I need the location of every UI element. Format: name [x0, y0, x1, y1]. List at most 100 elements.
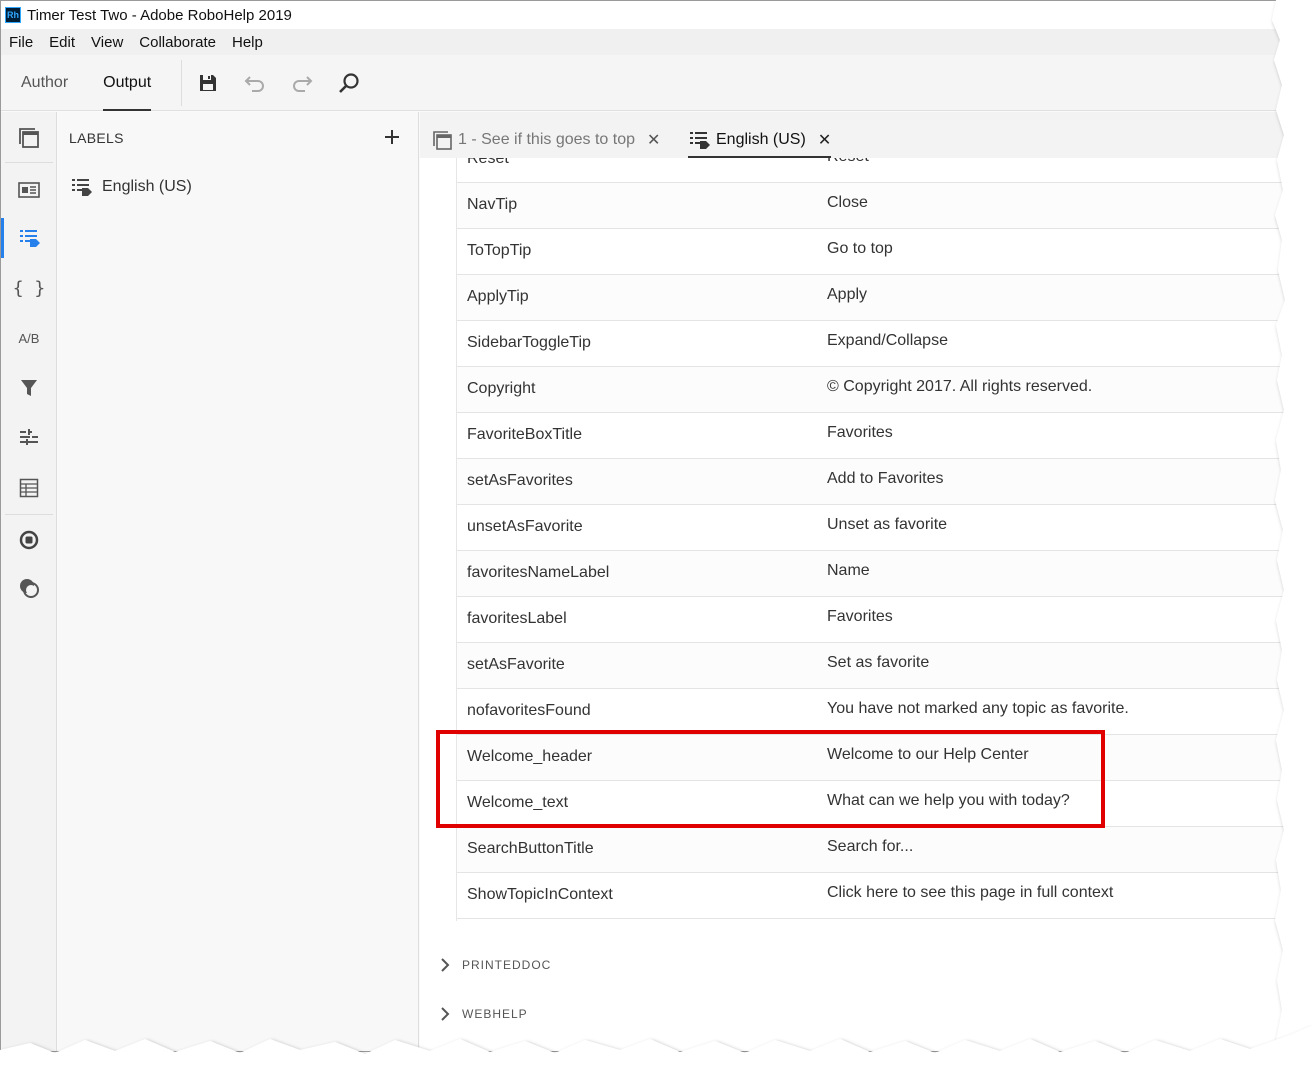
- label-row[interactable]: setAsFavorites Add to Favorites: [457, 459, 1286, 505]
- menu-edit[interactable]: Edit: [49, 34, 75, 51]
- stop-icon[interactable]: [1, 520, 57, 560]
- main-toolbar: Author Output: [1, 55, 1289, 111]
- add-label-button[interactable]: [380, 125, 404, 149]
- torn-edge-bottom: [0, 1025, 1313, 1073]
- table-icon[interactable]: [1, 468, 57, 508]
- search-icon[interactable]: [335, 69, 363, 97]
- filter-icon[interactable]: [1, 368, 57, 408]
- label-row[interactable]: FavoriteBoxTitle Favorites: [457, 413, 1286, 459]
- label-row[interactable]: Copyright © Copyright 2017. All rights re…: [457, 367, 1286, 413]
- label-key: NavTip: [467, 196, 518, 213]
- label-key: Reset: [467, 158, 509, 167]
- variables-icon[interactable]: { }: [1, 268, 57, 308]
- label-key: ApplyTip: [467, 288, 529, 305]
- section-webhelp[interactable]: WEBHELP: [440, 1007, 528, 1021]
- label-value[interactable]: You have not marked any topic as favorit…: [827, 700, 1129, 718]
- redo-icon[interactable]: [288, 69, 316, 97]
- label-row[interactable]: ToTopTip Go to top: [457, 229, 1286, 275]
- label-row[interactable]: ApplyTip Apply: [457, 275, 1286, 321]
- title-bar: Rh Timer Test Two - Adobe RoboHelp 2019: [1, 1, 1289, 29]
- label-row[interactable]: favoritesNameLabel Name: [457, 551, 1286, 597]
- menu-view[interactable]: View: [91, 34, 123, 51]
- menu-bar: File Edit View Collaborate Help: [1, 29, 1289, 55]
- torn-edge-right: [1268, 0, 1313, 1073]
- label-value[interactable]: Go to top: [827, 240, 893, 258]
- label-value[interactable]: © Copyright 2017. All rights reserved.: [827, 378, 1092, 396]
- label-key: ShowTopicInContext: [467, 886, 613, 903]
- section-printeddoc[interactable]: PRINTEDDOC: [440, 958, 551, 972]
- output-presets-icon[interactable]: [1, 118, 57, 158]
- window-title: Timer Test Two - Adobe RoboHelp 2019: [27, 6, 292, 24]
- label-key: favoritesLabel: [467, 610, 567, 627]
- tab-see-if-this-goes-to-top[interactable]: 1 - See if this goes to top ✕: [432, 122, 660, 158]
- label-value[interactable]: Favorites: [827, 424, 893, 442]
- label-row[interactable]: Reset Reset: [457, 158, 1286, 183]
- labels-panel: LABELS English (US): [58, 112, 419, 1051]
- highlight-annotation: [436, 730, 1105, 828]
- label-key: setAsFavorites: [467, 472, 573, 489]
- menu-collaborate[interactable]: Collaborate: [139, 34, 216, 51]
- chevron-right-icon: [441, 1007, 450, 1021]
- label-row[interactable]: favoritesLabel Favorites: [457, 597, 1286, 643]
- save-icon[interactable]: [194, 69, 222, 97]
- plus-icon: [385, 130, 399, 144]
- label-row[interactable]: NavTip Close: [457, 183, 1286, 229]
- tab-author[interactable]: Author: [21, 55, 68, 111]
- label-key: Copyright: [467, 380, 536, 397]
- label-value[interactable]: Set as favorite: [827, 654, 929, 672]
- tab-output[interactable]: Output: [103, 55, 152, 111]
- labels-icon[interactable]: [1, 218, 57, 258]
- document-tab-bar: 1 - See if this goes to top ✕ English (U…: [420, 112, 1289, 158]
- label-value[interactable]: Search for...: [827, 838, 913, 856]
- editor-area: 1 - See if this goes to top ✕ English (U…: [420, 112, 1289, 1051]
- section-label: WEBHELP: [462, 1007, 528, 1021]
- tab-label: English (US): [716, 131, 806, 148]
- panel-title: LABELS: [69, 130, 124, 146]
- label-value[interactable]: Favorites: [827, 608, 893, 626]
- label-value[interactable]: Name: [827, 562, 870, 580]
- ab-text: A/B: [18, 330, 40, 346]
- label-value[interactable]: Reset: [827, 158, 869, 166]
- label-key: nofavoritesFound: [467, 702, 591, 719]
- label-key: ToTopTip: [467, 242, 532, 259]
- robohelp-logo-icon: Rh: [5, 7, 21, 23]
- label-key: unsetAsFavorite: [467, 518, 583, 535]
- label-row[interactable]: ShowTopicInContext Click here to see this…: [457, 873, 1286, 919]
- panel-item-english-us[interactable]: English (US): [70, 176, 192, 198]
- tab-english-us[interactable]: English (US) ✕: [688, 122, 832, 158]
- map-files-icon[interactable]: [1, 418, 57, 458]
- label-key: SidebarToggleTip: [467, 334, 591, 351]
- master-pages-icon[interactable]: [1, 170, 57, 210]
- label-value[interactable]: Unset as favorite: [827, 516, 947, 534]
- label-row[interactable]: SidebarToggleTip Expand/Collapse: [457, 321, 1286, 367]
- chevron-right-icon: [441, 958, 450, 972]
- label-key: SearchButtonTitle: [467, 840, 594, 857]
- tab-label: 1 - See if this goes to top: [458, 131, 635, 148]
- menu-help[interactable]: Help: [232, 34, 263, 51]
- ab-icon[interactable]: A/B: [1, 318, 57, 358]
- section-label: PRINTEDDOC: [462, 958, 552, 972]
- label-row[interactable]: unsetAsFavorite Unset as favorite: [457, 505, 1286, 551]
- label-key: favoritesNameLabel: [467, 564, 610, 581]
- rail-divider: [5, 514, 53, 515]
- label-value[interactable]: Click here to see this page in full cont…: [827, 884, 1113, 902]
- label-key: setAsFavorite: [467, 656, 565, 673]
- menu-file[interactable]: File: [9, 34, 33, 51]
- close-icon[interactable]: ✕: [818, 130, 831, 150]
- label-row[interactable]: setAsFavorite Set as favorite: [457, 643, 1286, 689]
- publish-icon[interactable]: [1, 568, 57, 608]
- label-value[interactable]: Apply: [827, 286, 867, 304]
- left-rail: { } A/B: [1, 112, 57, 1051]
- label-value[interactable]: Expand/Collapse: [827, 332, 948, 350]
- label-key: FavoriteBoxTitle: [467, 426, 582, 443]
- label-row[interactable]: nofavoritesFound You have not marked any …: [457, 689, 1286, 735]
- topic-icon: [433, 131, 452, 150]
- close-icon[interactable]: ✕: [647, 130, 660, 150]
- label-value[interactable]: Add to Favorites: [827, 470, 944, 488]
- app-window: Rh Timer Test Two - Adobe RoboHelp 2019 …: [0, 0, 1290, 1052]
- label-value[interactable]: Close: [827, 194, 868, 212]
- label-row[interactable]: SearchButtonTitle Search for...: [457, 827, 1286, 873]
- rail-divider: [5, 162, 53, 163]
- toolbar-divider: [181, 59, 183, 106]
- undo-icon[interactable]: [241, 69, 269, 97]
